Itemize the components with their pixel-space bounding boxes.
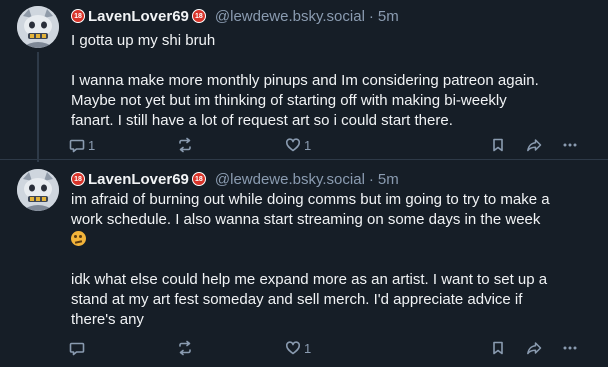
timestamp[interactable]: 5m — [378, 8, 399, 25]
bookmark-icon — [493, 138, 503, 152]
reply-icon — [69, 342, 85, 356]
timestamp[interactable]: 5m — [378, 171, 399, 188]
age-badge-icon: 18 — [71, 9, 85, 23]
repost-button[interactable] — [177, 338, 196, 358]
reply-button[interactable]: 1 — [69, 135, 95, 155]
post-actions: 1 1 — [0, 135, 608, 155]
repost-button[interactable] — [177, 135, 196, 155]
repost-icon — [179, 340, 191, 356]
more-options-button[interactable] — [562, 135, 578, 155]
like-button[interactable]: 1 — [285, 135, 311, 155]
post-item[interactable]: 18 LavenLover69 18 @lewdewe.bsky.social … — [0, 0, 608, 162]
reply-button[interactable] — [69, 338, 88, 358]
text-line: fanart. I still have a lot of request ar… — [71, 112, 453, 129]
text-line: stand at my art fest someday and sell me… — [71, 291, 523, 308]
post-header: 18 LavenLover69 18 @lewdewe.bsky.social … — [71, 6, 399, 26]
age-badge-icon: 18 — [71, 172, 85, 186]
more-icon — [563, 346, 577, 350]
emoji-line — [71, 230, 599, 250]
post-text: im afraid of burning out while doing com… — [71, 190, 599, 330]
text-line: there's any — [71, 311, 144, 328]
bookmark-button[interactable] — [490, 135, 506, 155]
text-line: Maybe not yet but im thinking of startin… — [71, 92, 507, 109]
more-options-button[interactable] — [562, 338, 578, 358]
text-line: im afraid of burning out while doing com… — [71, 191, 550, 208]
post-header: 18 LavenLover69 18 @lewdewe.bsky.social … — [71, 169, 399, 189]
bookmark-icon — [493, 341, 503, 355]
reply-icon — [69, 139, 85, 153]
share-icon — [527, 139, 542, 152]
post-text: I gotta up my shi bruh I wanna make more… — [71, 31, 599, 131]
like-button[interactable]: 1 — [285, 338, 311, 358]
like-icon — [285, 341, 301, 355]
text-line: I wanna make more monthly pinups and Im … — [71, 72, 539, 89]
handle[interactable]: @lewdewe.bsky.social — [215, 171, 365, 188]
repost-icon — [179, 137, 191, 153]
post-actions: 1 — [0, 338, 608, 358]
share-button[interactable] — [526, 135, 542, 155]
avatar[interactable] — [17, 169, 59, 211]
share-icon — [527, 342, 542, 355]
like-icon — [285, 138, 301, 152]
age-badge-icon: 18 — [191, 172, 206, 186]
thinking-face-emoji-icon — [71, 231, 86, 246]
more-icon — [563, 143, 577, 147]
display-name[interactable]: LavenLover69 — [88, 8, 189, 25]
share-button[interactable] — [526, 338, 542, 358]
text-line: work schedule. I also wanna start stream… — [71, 211, 541, 228]
post-item[interactable]: 18 LavenLover69 18 @lewdewe.bsky.social … — [0, 160, 608, 367]
display-name[interactable]: LavenLover69 — [88, 171, 189, 188]
handle[interactable]: @lewdewe.bsky.social — [215, 8, 365, 25]
like-count: 1 — [304, 340, 312, 356]
text-line: idk what else could help me expand more … — [71, 271, 548, 288]
text-line: I gotta up my shi bruh — [71, 32, 216, 49]
age-badge-icon: 18 — [191, 9, 206, 23]
separator: · — [368, 170, 374, 188]
avatar[interactable] — [17, 6, 59, 48]
separator: · — [368, 7, 374, 25]
bookmark-button[interactable] — [490, 338, 506, 358]
post-feed: 18 LavenLover69 18 @lewdewe.bsky.social … — [0, 0, 608, 367]
like-count: 1 — [304, 137, 312, 153]
reply-count: 1 — [88, 137, 96, 153]
